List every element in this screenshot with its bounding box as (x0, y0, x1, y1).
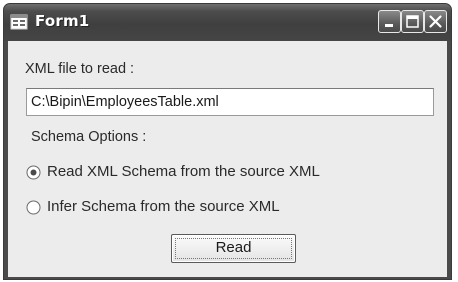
minimize-button[interactable] (378, 10, 401, 33)
title-bar[interactable]: Form1 (4, 4, 451, 41)
xml-file-path-input[interactable] (26, 88, 434, 116)
radio-read-xml-schema-label: Read XML Schema from the source XML (47, 163, 320, 180)
xml-file-label: XML file to read : (25, 61, 135, 77)
form-window-icon[interactable] (10, 13, 28, 31)
read-button-label: Read (215, 239, 252, 256)
read-button[interactable]: Read (171, 234, 296, 263)
window-title: Form1 (35, 12, 90, 30)
radio-selected-icon (26, 165, 41, 180)
maximize-icon (406, 15, 419, 28)
form-client-area: XML file to read : Schema Options : Read… (8, 41, 447, 277)
close-button[interactable] (424, 10, 447, 33)
minimize-icon (385, 24, 393, 27)
schema-options-label: Schema Options : (31, 129, 147, 145)
radio-unselected-icon (26, 200, 41, 215)
radio-infer-schema-label: Infer Schema from the source XML (47, 198, 280, 215)
form1-window: Form1 XML file to read : Schema Options … (3, 3, 452, 280)
close-icon (429, 15, 442, 28)
maximize-button[interactable] (401, 10, 424, 33)
